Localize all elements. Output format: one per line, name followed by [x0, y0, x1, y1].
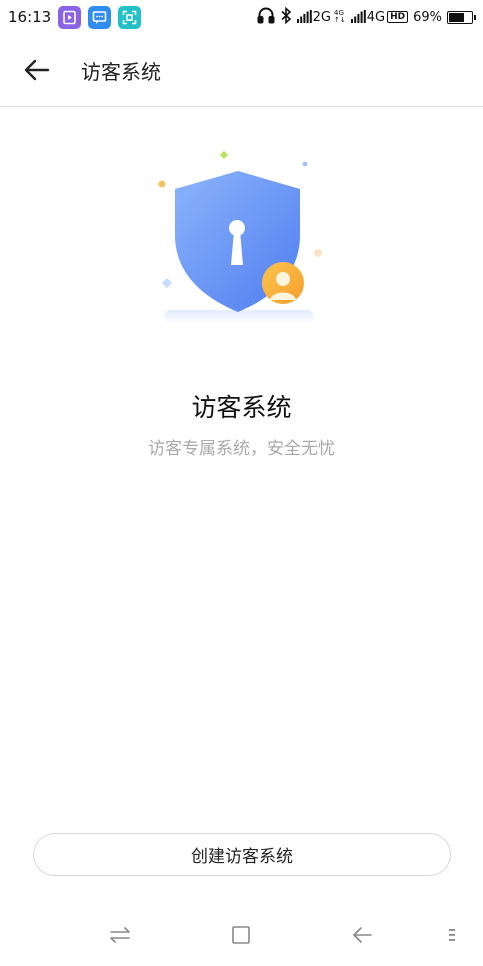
- status-bar-left: 16:13: [8, 5, 148, 29]
- battery-percent: 69%: [413, 9, 442, 25]
- video-app-icon: [58, 5, 82, 29]
- nav-menu-button[interactable]: [440, 920, 464, 950]
- battery-fill: [449, 12, 465, 22]
- menu-icon: [449, 929, 455, 941]
- signal-strength-icon-1: [296, 8, 312, 27]
- network-type-4g: 4G: [366, 9, 386, 25]
- hd-badge: HD: [387, 11, 409, 23]
- status-bar-right: 2G 4G ↑↓ 4G HD 69%: [252, 6, 476, 28]
- app-header: 访客系统: [0, 34, 483, 107]
- switch-apps-button[interactable]: [105, 920, 135, 950]
- hero-subtitle: 访客专属系统，安全无忧: [148, 439, 335, 459]
- network-type-small: 4G ↑↓: [334, 10, 346, 24]
- switch-arrows-icon: [110, 927, 130, 943]
- status-bar: 16:13 2G 4G ↑↓ 4G HD 69%: [0, 0, 483, 34]
- message-app-icon: [88, 5, 112, 29]
- hero-title: 访客系统: [191, 393, 292, 422]
- visitor-security-illustration: [150, 145, 330, 330]
- page-title: 访客系统: [81, 59, 161, 84]
- network-small-bottom: ↑↓: [333, 16, 346, 24]
- status-time: 16:13: [8, 8, 52, 26]
- signal-strength-icon-2: [350, 8, 366, 27]
- square-icon: [232, 926, 250, 944]
- back-arrow-icon: [24, 59, 50, 81]
- nav-back-button[interactable]: [347, 920, 377, 950]
- home-button[interactable]: [226, 920, 256, 950]
- create-visitor-system-button[interactable]: 创建访客系统: [33, 833, 451, 876]
- back-button[interactable]: [17, 50, 57, 90]
- scan-app-icon: [118, 5, 142, 29]
- network-type-2g: 2G: [312, 9, 331, 25]
- back-arrow-icon: [353, 927, 372, 943]
- headphones-icon: [257, 6, 275, 28]
- battery-icon: [447, 10, 476, 24]
- bluetooth-icon: [280, 6, 292, 28]
- system-navigation-bar: [0, 910, 483, 960]
